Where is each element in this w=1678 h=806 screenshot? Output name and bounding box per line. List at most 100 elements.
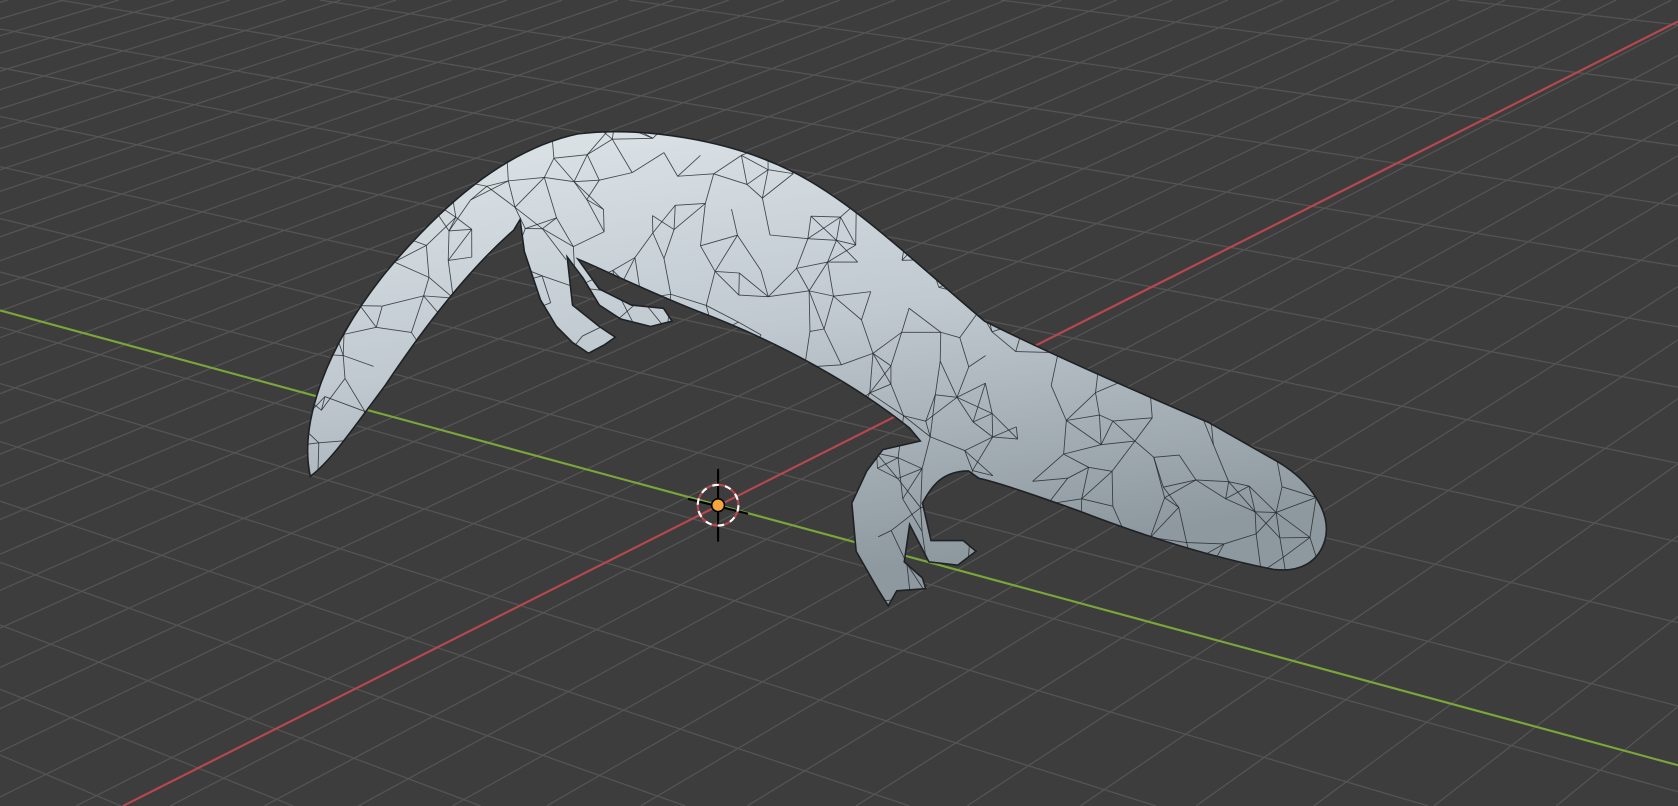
mesh-edge <box>1165 257 1192 276</box>
mesh-edge <box>470 475 480 502</box>
mesh-edge <box>761 381 770 412</box>
mesh-edge <box>351 439 357 480</box>
mesh-edge <box>640 453 648 478</box>
mesh-edge <box>641 443 681 455</box>
mesh-edge <box>1151 131 1165 142</box>
mesh-edge <box>355 439 379 458</box>
mesh-edge <box>1037 527 1071 542</box>
mesh-edge <box>330 566 360 593</box>
mesh-edge <box>317 317 332 355</box>
mesh-edge <box>1196 319 1223 322</box>
mesh-edge <box>662 394 684 409</box>
mesh-edge <box>491 131 507 139</box>
mesh-edge <box>1095 560 1122 576</box>
mesh-edge <box>1145 238 1167 258</box>
mesh-edge <box>473 571 516 577</box>
mesh-edge <box>804 451 808 468</box>
mesh-edge <box>351 479 381 502</box>
grid-line <box>0 500 910 806</box>
mesh-edge <box>1254 166 1285 181</box>
mesh-edge <box>546 451 550 477</box>
mesh-edge <box>618 504 647 514</box>
lizard-mesh[interactable] <box>277 107 1328 608</box>
mesh-edge <box>1064 574 1081 588</box>
mesh-edge <box>323 531 363 547</box>
mesh-edge <box>359 592 391 603</box>
mesh-edge <box>813 131 815 138</box>
grid-line <box>0 688 294 806</box>
mesh-edge <box>814 137 844 152</box>
mesh-edge <box>1193 390 1199 408</box>
mesh-edge <box>444 471 454 506</box>
mesh-edge <box>377 457 388 482</box>
mesh-edge <box>323 531 332 567</box>
mesh-edge <box>549 541 575 567</box>
mesh-edge <box>714 418 742 441</box>
mesh-edge <box>984 513 1003 537</box>
3d-cursor-icon[interactable] <box>687 468 749 542</box>
mesh-edge <box>1022 147 1052 152</box>
mesh-edge <box>444 471 480 477</box>
mesh-edge <box>453 297 485 308</box>
mesh-edge <box>680 407 684 444</box>
mesh-edge <box>475 366 508 387</box>
mesh-edge <box>1070 538 1081 542</box>
mesh-edge <box>292 509 298 546</box>
grid-line <box>0 0 8 3</box>
grid-line <box>0 0 175 54</box>
lizard-body[interactable] <box>306 130 1327 608</box>
mesh-edge <box>511 393 521 426</box>
mesh-edge <box>458 588 482 602</box>
mesh-edge <box>685 530 714 545</box>
mesh-edge <box>1286 267 1307 277</box>
mesh-edge <box>452 475 480 507</box>
mesh-edge <box>552 378 589 393</box>
mesh-edge <box>713 321 739 335</box>
mesh-edge <box>1157 299 1179 318</box>
mesh-edge <box>316 475 319 509</box>
mesh-edge <box>1128 354 1133 378</box>
mesh-edge <box>426 178 450 199</box>
mesh-edge <box>615 576 649 591</box>
mesh-edge <box>963 275 986 304</box>
mesh-edge <box>662 565 678 591</box>
3d-viewport[interactable] <box>0 0 1678 806</box>
mesh-edge <box>965 235 997 246</box>
viewport-scene[interactable] <box>0 0 1678 806</box>
mesh-edge <box>1079 587 1113 605</box>
mesh-edge <box>428 543 440 578</box>
mesh-edge <box>546 476 555 509</box>
mesh-edge <box>426 327 452 356</box>
mesh-edge <box>1113 234 1124 269</box>
mesh-edge <box>931 131 969 138</box>
mesh-edge <box>680 439 715 444</box>
mesh-edge <box>1225 203 1242 207</box>
mesh-edge <box>810 537 835 542</box>
mesh-edge <box>733 380 762 383</box>
mesh-edge <box>426 354 456 356</box>
mesh-edge <box>741 144 769 156</box>
mesh-edge <box>1050 131 1053 148</box>
mesh-edge <box>1288 394 1291 426</box>
mesh-edge <box>1223 154 1255 181</box>
mesh-edge <box>742 334 762 364</box>
grid-line <box>0 0 119 37</box>
mesh-edge <box>450 298 454 328</box>
mesh-edge <box>1019 151 1023 188</box>
mesh-edge <box>614 351 642 356</box>
mesh-edge <box>374 572 391 603</box>
mesh-edge <box>507 366 521 394</box>
mesh-edge <box>1145 211 1152 240</box>
mesh-edge <box>1059 170 1071 211</box>
mesh-edge <box>1079 560 1097 588</box>
mesh-edge <box>501 263 513 288</box>
mesh-edge <box>1185 120 1218 127</box>
mesh-edge <box>1290 234 1306 239</box>
mesh-edge <box>740 418 750 449</box>
mesh-edge <box>1018 235 1033 264</box>
mesh-edge <box>1122 238 1147 269</box>
mesh-edge <box>1305 131 1316 142</box>
mesh-edge <box>996 559 1022 571</box>
floor-grid <box>0 0 1678 806</box>
mesh-edge <box>1098 364 1133 378</box>
